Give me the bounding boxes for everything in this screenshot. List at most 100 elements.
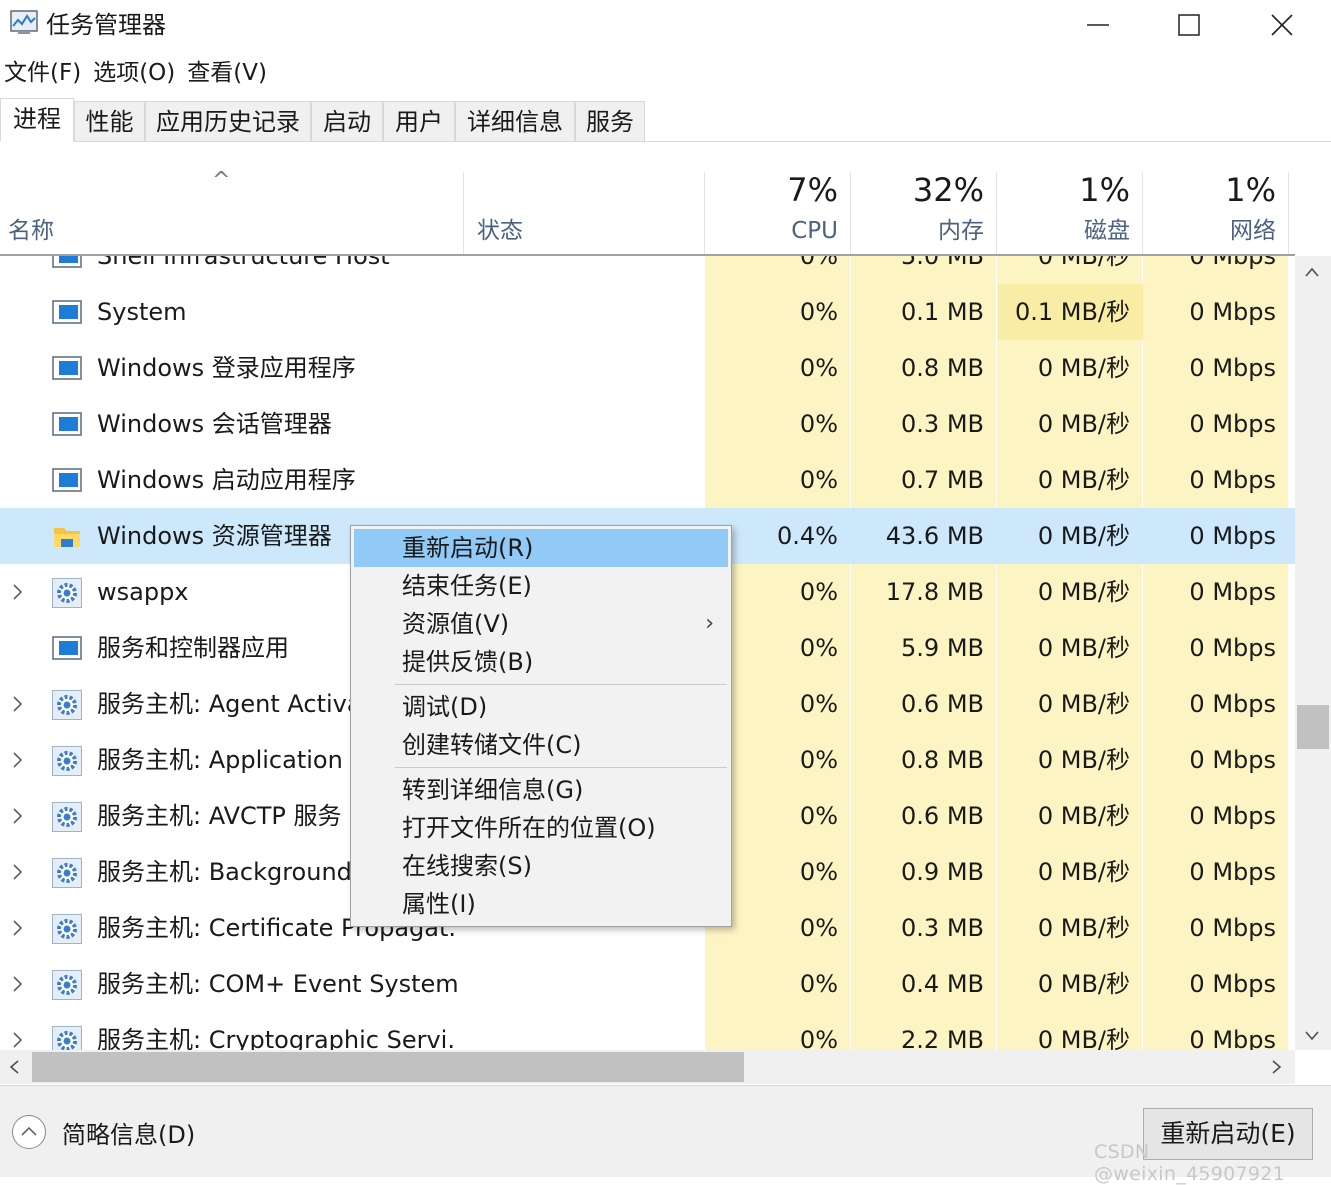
disk-value: 0 MB/秒 [1037,914,1130,942]
process-name: System [97,298,187,326]
context-menu-item[interactable]: 资源值(V) › [354,605,728,643]
cpu-value: 0% [799,256,838,270]
chevron-right-icon [13,808,23,824]
tab-users[interactable]: 用户 [383,101,455,141]
context-menu-item[interactable]: 结束任务(E) [354,567,728,605]
memory-value: 0.1 MB [901,298,984,326]
chevron-right-icon [13,752,23,768]
chevron-right-icon [13,584,23,600]
network-value: 0 Mbps [1189,746,1276,774]
window-title: 任务管理器 [46,11,166,39]
memory-total: 32% [912,171,984,209]
close-button[interactable] [1236,0,1328,50]
vertical-scrollbar[interactable] [1295,256,1331,1050]
column-name[interactable]: 名称 [8,216,54,246]
expand-chevron-icon[interactable] [12,1012,32,1050]
context-menu-item[interactable]: 转到详细信息(G) [354,771,728,809]
fewer-details-toggle[interactable] [12,1115,46,1149]
scroll-down-arrow[interactable] [1304,1026,1320,1047]
column-network[interactable]: 网络 [1144,216,1276,246]
memory-value: 17.8 MB [885,578,984,606]
scroll-right-arrow[interactable] [1271,1059,1283,1079]
chevron-right-icon [13,1032,23,1048]
network-value: 0 Mbps [1189,466,1276,494]
menu-view[interactable]: 查看(V) [183,54,273,92]
minimize-button[interactable] [1052,0,1144,50]
table-row[interactable]: 服务主机: COM+ Event System 0% 0.4 MB 0 MB/秒 0 M… [0,956,1295,1012]
column-status[interactable]: 状态 [477,216,523,246]
table-row[interactable]: 服务主机: Cryptographic Servi... 0% 2.2 MB 0 MB… [0,1012,1295,1050]
window-icon [52,466,82,494]
context-menu-item[interactable]: 调试(D) [354,688,728,726]
network-value: 0 Mbps [1189,802,1276,830]
vertical-scroll-thumb[interactable] [1297,705,1329,749]
process-name: Windows 会话管理器 [97,410,332,438]
column-separator [1142,172,1143,254]
menu-separator [395,684,727,685]
context-menu-item[interactable]: 提供反馈(B) [354,643,728,681]
tab-startup[interactable]: 启动 [311,101,383,141]
column-separator [996,172,997,254]
expand-chevron-icon[interactable] [12,956,32,1015]
network-value: 0 Mbps [1189,858,1276,886]
expand-chevron-icon[interactable] [12,844,32,903]
disk-value: 0 MB/秒 [1037,858,1130,886]
table-row[interactable]: System 0% 0.1 MB 0.1 MB/秒 0 Mbps [0,284,1295,340]
process-name: 服务主机: Cryptographic Servi... [97,1026,457,1050]
table-row[interactable]: Shell Infrastructure Host 0% 5.0 MB 0 MB/秒 0… [0,256,1295,284]
chevron-right-icon [13,976,23,992]
expand-chevron-icon[interactable] [12,564,32,623]
process-name: Shell Infrastructure Host [97,256,390,270]
disk-value: 0 MB/秒 [1037,634,1130,662]
submenu-arrow-icon: › [705,611,714,636]
expand-chevron-icon[interactable] [12,676,32,735]
tab-performance[interactable]: 性能 [74,101,145,141]
memory-value: 5.0 MB [901,256,984,270]
window-icon [52,354,82,382]
column-cpu[interactable]: CPU [706,216,838,246]
folder-icon [52,522,82,550]
menu-options[interactable]: 选项(O) [89,54,181,92]
disk-value: 0 MB/秒 [1037,802,1130,830]
window-icon [52,634,82,662]
column-memory[interactable]: 内存 [852,216,984,246]
disk-value: 0 MB/秒 [1037,970,1130,998]
disk-value: 0 MB/秒 [1037,690,1130,718]
column-disk[interactable]: 磁盘 [998,216,1130,246]
context-menu: 重新启动(R) 结束任务(E) 资源值(V) › 提供反馈(B) 调试(D) 创建转储文件(… [350,525,732,927]
context-menu-item[interactable]: 重新启动(R) [354,529,728,567]
task-manager-icon [10,10,38,34]
chevron-up-icon [21,1126,37,1136]
context-menu-item-label: 打开文件所在的位置(O) [402,814,656,842]
context-menu-item-label: 提供反馈(B) [402,648,534,676]
context-menu-item[interactable]: 属性(I) [354,885,728,923]
menu-file[interactable]: 文件(F) [0,54,87,92]
memory-value: 0.3 MB [901,410,984,438]
expand-chevron-icon[interactable] [12,900,32,959]
context-menu-item[interactable]: 在线搜索(S) [354,847,728,885]
context-menu-item[interactable]: 创建转储文件(C) [354,726,728,764]
chevron-right-icon [13,864,23,880]
tab-services[interactable]: 服务 [575,101,645,141]
expand-chevron-icon[interactable] [12,732,32,791]
gear-icon [52,1026,82,1050]
memory-value: 43.6 MB [885,522,984,550]
table-row[interactable]: Windows 登录应用程序 0% 0.8 MB 0 MB/秒 0 Mbps [0,340,1295,396]
maximize-button[interactable] [1143,0,1235,50]
horizontal-scroll-thumb[interactable] [32,1052,744,1082]
scroll-left-arrow[interactable] [8,1059,20,1079]
expand-chevron-icon[interactable] [12,788,32,847]
cpu-value: 0% [799,970,838,998]
disk-value: 0 MB/秒 [1037,578,1130,606]
context-menu-item[interactable]: 打开文件所在的位置(O) [354,809,728,847]
scroll-up-arrow[interactable] [1304,262,1320,283]
tab-processes[interactable]: 进程 [0,98,74,142]
fewer-details-link[interactable]: 简略信息(D) [62,1117,195,1153]
table-row[interactable]: Windows 启动应用程序 0% 0.7 MB 0 MB/秒 0 Mbps [0,452,1295,508]
table-row[interactable]: Windows 会话管理器 0% 0.3 MB 0 MB/秒 0 Mbps [0,396,1295,452]
network-value: 0 Mbps [1189,256,1276,270]
tab-details[interactable]: 详细信息 [455,101,575,141]
column-separator [850,172,851,254]
tab-app-history[interactable]: 应用历史记录 [145,101,311,141]
process-name: Windows 启动应用程序 [97,466,356,494]
